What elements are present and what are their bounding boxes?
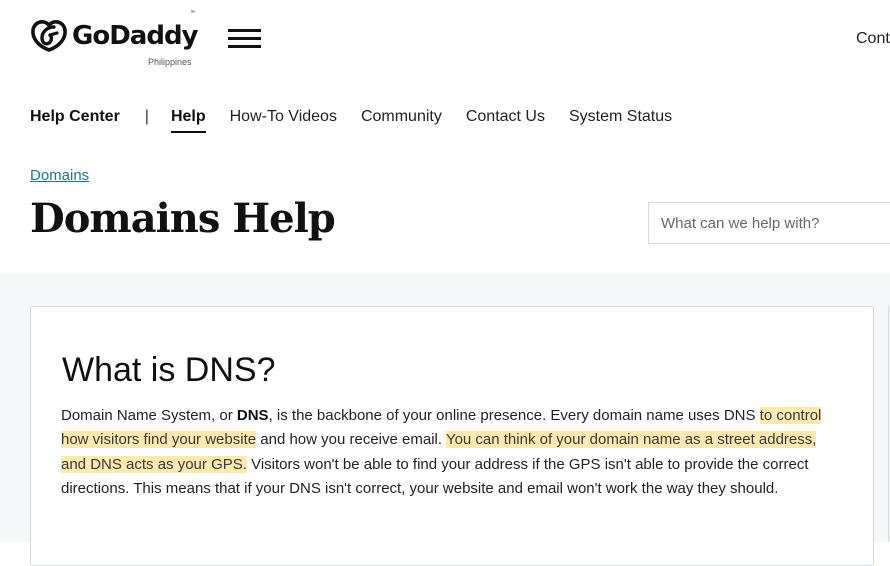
article-card: What is DNS? Domain Name System, or DNS,…: [30, 306, 874, 566]
hamburger-icon-bar: [228, 45, 261, 48]
nav-community[interactable]: Community: [361, 108, 442, 131]
nav-system-status[interactable]: System Status: [569, 108, 672, 131]
region-label: Philippines: [148, 57, 192, 67]
article-paragraph: Domain Name System, or DNS, is the backb…: [61, 404, 836, 501]
dns-bold: DNS: [236, 407, 269, 424]
nav-contact-us[interactable]: Contact Us: [466, 108, 545, 131]
hamburger-icon-bar: [228, 29, 261, 32]
hamburger-menu-button[interactable]: [228, 29, 261, 49]
nav-separator: |: [144, 108, 149, 125]
top-header: GoDaddy ™ Philippines Cont: [0, 0, 890, 90]
search-input[interactable]: [648, 202, 890, 244]
text-segment: and how you receive email.: [256, 431, 446, 449]
text-segment: , is the backbone of your online presenc…: [268, 407, 760, 424]
hamburger-icon-bar: [228, 37, 261, 40]
text-segment: Domain Name System, or: [61, 407, 237, 424]
article-title: What is DNS?: [62, 351, 276, 389]
godaddy-heart-logo-icon: [31, 20, 67, 52]
adjacent-card-edge: [888, 306, 889, 542]
brand-wordmark: GoDaddy: [72, 21, 199, 51]
nav-how-to-videos[interactable]: How-To Videos: [230, 108, 337, 131]
help-center-title[interactable]: Help Center: [30, 108, 120, 126]
godaddy-logo[interactable]: GoDaddy: [30, 18, 199, 54]
page-title: Domains Help: [30, 195, 336, 242]
help-subnav: Help Center | Help How-To Videos Communi…: [30, 108, 696, 138]
nav-help[interactable]: Help: [170, 108, 206, 133]
contact-link[interactable]: Cont: [856, 30, 890, 48]
trademark: ™: [190, 10, 195, 16]
breadcrumb-domains[interactable]: Domains: [30, 167, 89, 184]
